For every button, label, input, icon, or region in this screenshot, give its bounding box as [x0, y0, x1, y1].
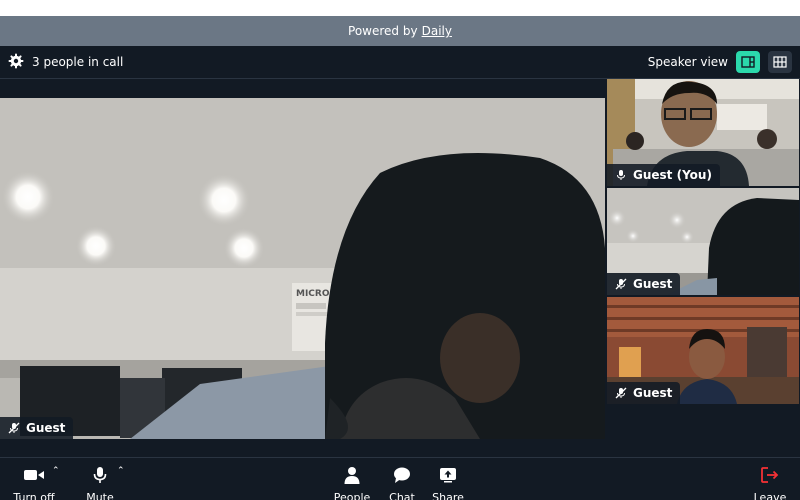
- camera-toggle-label: Turn off: [13, 491, 55, 500]
- mic-muted-icon: [615, 387, 627, 399]
- chat-bubble-icon: [394, 467, 410, 483]
- speaker-name-tag: Guest: [0, 417, 74, 439]
- participant-name-tag: Guest (You): [607, 164, 720, 186]
- call-topbar: 3 people in call Speaker view: [0, 46, 800, 79]
- person-icon: [344, 467, 360, 484]
- mic-options-chevron-icon[interactable]: ⌃: [117, 466, 125, 476]
- mute-button[interactable]: Mute: [78, 458, 122, 500]
- speaker-video-tile[interactable]: MICROPO Guest: [0, 98, 605, 439]
- app-window: Powered by Daily 3 people in call Speake…: [0, 0, 800, 500]
- camera-options-chevron-icon[interactable]: ⌃: [52, 466, 60, 476]
- share-screen-icon: [440, 468, 456, 483]
- call-controls: Turn off ⌃ Mute ⌃ People Chat Share Leav…: [0, 457, 800, 500]
- participant-tile-guest[interactable]: Guest: [607, 297, 799, 404]
- speaker-view-icon: [741, 56, 755, 68]
- participant-name: Guest: [633, 386, 673, 400]
- view-mode-label: Speaker view: [647, 55, 728, 69]
- speaker-name: Guest: [26, 421, 66, 435]
- share-label: Share: [432, 491, 464, 500]
- participant-tile-self[interactable]: Guest (You): [607, 79, 799, 186]
- grid-view-button[interactable]: [768, 51, 792, 73]
- mic-muted-icon: [8, 422, 20, 434]
- chat-button[interactable]: Chat: [380, 458, 424, 500]
- share-screen-button[interactable]: Share: [426, 458, 470, 500]
- page-top-strip: [0, 0, 800, 16]
- camera-toggle-button[interactable]: Turn off: [8, 458, 60, 500]
- participant-name-tag: Guest: [607, 382, 681, 404]
- daily-link[interactable]: Daily: [422, 24, 452, 38]
- leave-call-button[interactable]: Leave: [748, 458, 792, 500]
- participant-name-tag: Guest: [607, 273, 681, 295]
- microphone-icon: [93, 467, 107, 483]
- grid-view-icon: [773, 56, 787, 68]
- video-camera-icon: [24, 470, 44, 480]
- people-count: 3 people in call: [32, 55, 124, 69]
- people-label: People: [333, 491, 371, 500]
- people-button[interactable]: People: [330, 458, 374, 500]
- powered-by-banner: Powered by Daily: [0, 16, 800, 46]
- speaker-video-frame: MICROPO: [0, 98, 605, 439]
- mute-label: Mute: [86, 491, 114, 500]
- participant-name: Guest: [633, 277, 673, 291]
- leave-icon: [761, 467, 779, 483]
- gear-icon[interactable]: [8, 53, 24, 72]
- speaker-view-button[interactable]: [736, 51, 760, 73]
- call-ui: 3 people in call Speaker view MICROPO Gu…: [0, 46, 800, 500]
- participant-name: Guest (You): [633, 168, 712, 182]
- mic-muted-icon: [615, 278, 627, 290]
- mic-icon: [617, 170, 625, 180]
- participant-tile-guest[interactable]: Guest: [607, 188, 799, 295]
- chat-label: Chat: [389, 491, 415, 500]
- powered-by-text: Powered by: [348, 24, 418, 38]
- leave-label: Leave: [753, 491, 787, 500]
